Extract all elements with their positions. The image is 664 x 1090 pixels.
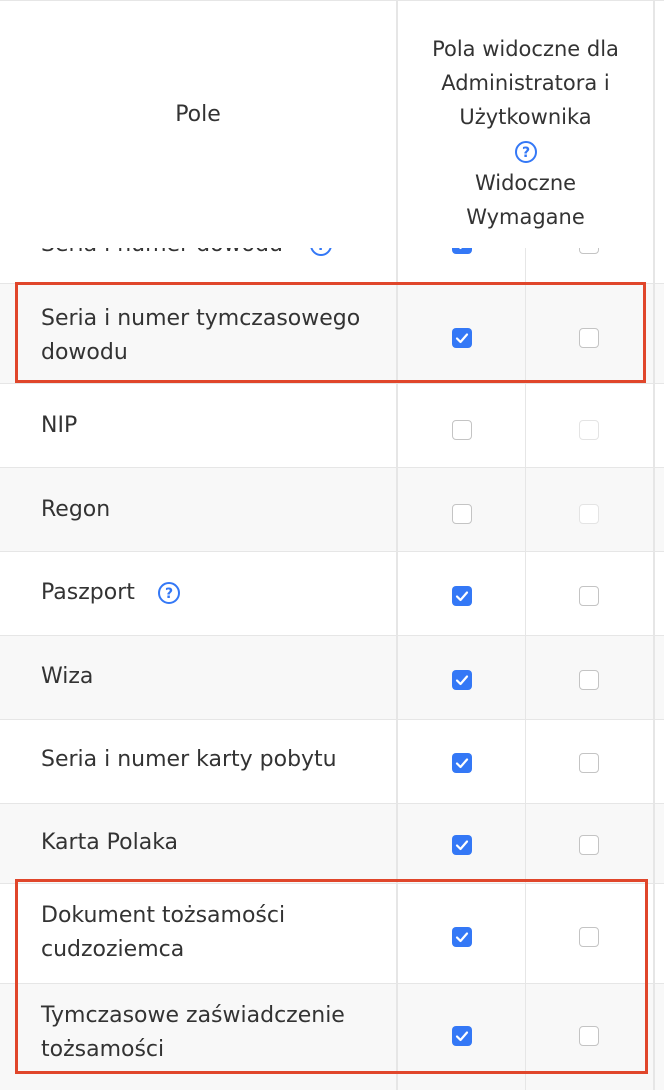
row-label: Karta Polaka (41, 830, 179, 855)
visible-checkbox[interactable] (452, 328, 472, 348)
table-row: Karta Polaka (0, 804, 664, 884)
row-label: Regon (41, 497, 111, 522)
visible-checkbox[interactable] (452, 670, 472, 690)
row-label-line1: Seria i numer tymczasowego (41, 306, 361, 331)
row-label: NIP (41, 413, 78, 438)
table-row: Seria i numer tymczasowego dowodu (0, 284, 664, 384)
field-visibility-table: Pole Pola widoczne dla Administratora i … (0, 0, 664, 1090)
required-checkbox[interactable] (579, 670, 599, 690)
header-field-column: Pole (175, 102, 221, 127)
visible-checkbox[interactable] (452, 1026, 472, 1046)
visible-checkbox[interactable] (452, 835, 472, 855)
table-row: Tymczasowe zaświadczenie tożsamości (0, 984, 664, 1090)
required-checkbox[interactable] (579, 1026, 599, 1046)
header-visible-line1: Pola widoczne dla (432, 37, 619, 61)
required-checkbox[interactable] (579, 328, 599, 348)
visible-checkbox[interactable] (452, 420, 472, 440)
row-label-line2: dowodu (41, 340, 128, 365)
header-subcol-required: Wymagane (466, 205, 585, 229)
table-row: NIP (0, 384, 664, 468)
header-visible-column: Pola widoczne dla Administratora i Użytk… (398, 32, 653, 234)
row-label: Wiza (41, 664, 94, 689)
required-checkbox (579, 420, 599, 440)
required-checkbox (579, 504, 599, 524)
table-row: Paszport ? (0, 552, 664, 636)
column-divider (396, 0, 398, 1090)
table-row: Wiza (0, 636, 664, 720)
header-subcol-visible: Widoczne (474, 171, 577, 195)
required-checkbox[interactable] (579, 927, 599, 947)
svg-text:?: ? (521, 145, 529, 161)
row-label: Seria i numer karty pobytu (41, 747, 337, 772)
visible-checkbox[interactable] (452, 586, 472, 606)
row-label-line2: cudzoziemca (41, 937, 185, 962)
table-row: Dokument tożsamości cudzoziemca (0, 884, 664, 984)
table-row: Regon (0, 468, 664, 552)
svg-text:?: ? (165, 586, 173, 602)
visible-checkbox[interactable] (452, 504, 472, 524)
header-visible-line2: Administratora i (441, 71, 610, 95)
required-checkbox[interactable] (579, 835, 599, 855)
subcolumn-divider (525, 248, 526, 1090)
question-circle-icon[interactable]: ? (514, 140, 538, 164)
visible-checkbox[interactable] (452, 753, 472, 773)
row-label-line2: tożsamości (41, 1037, 165, 1062)
visible-checkbox[interactable] (452, 927, 472, 947)
row-label-line1: Tymczasowe zaświadczenie (41, 1003, 345, 1028)
header-visible-line3: Użytkownika (459, 105, 592, 129)
required-checkbox[interactable] (579, 753, 599, 773)
question-circle-icon[interactable]: ? (157, 581, 181, 605)
table-row: Seria i numer karty pobytu (0, 720, 664, 804)
required-checkbox[interactable] (579, 586, 599, 606)
row-label: Paszport (41, 580, 135, 605)
row-label-line1: Dokument tożsamości (41, 903, 286, 928)
table-header: Pole Pola widoczne dla Administratora i … (0, 0, 664, 248)
column-divider-right (653, 0, 655, 1090)
header-top-border (0, 0, 664, 1)
